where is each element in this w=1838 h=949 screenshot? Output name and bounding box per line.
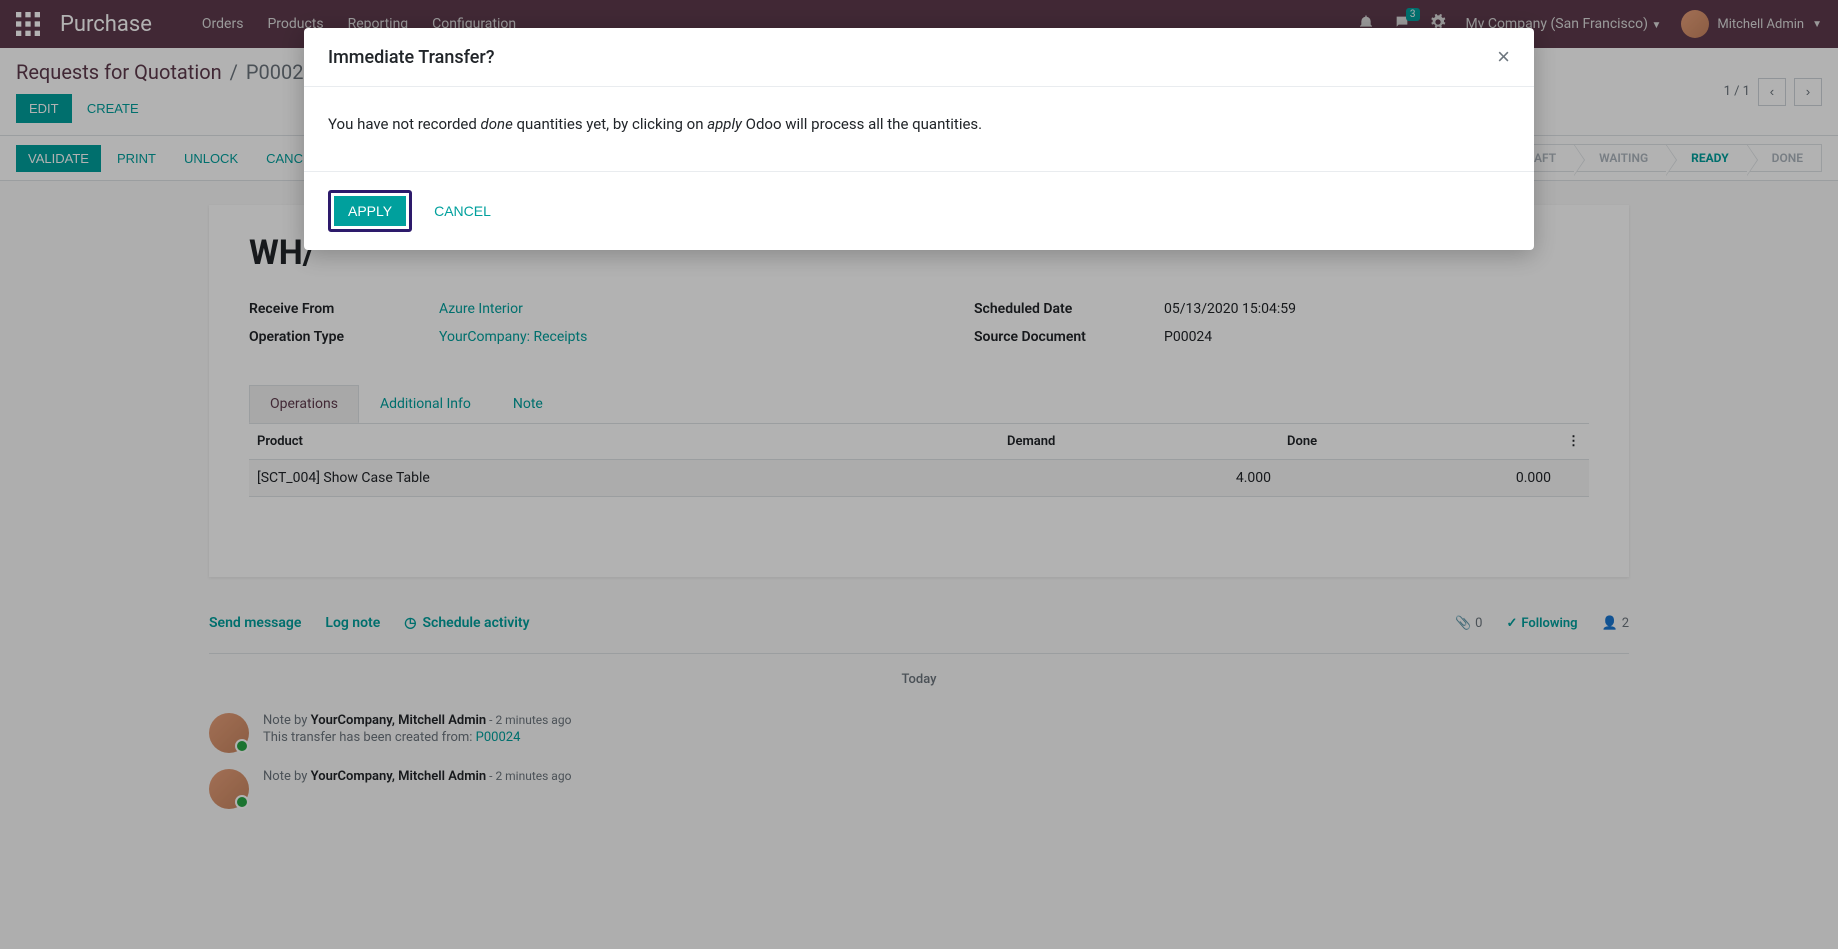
immediate-transfer-modal: Immediate Transfer? × You have not recor… [304,28,1534,250]
apply-highlight: APPLY [328,190,412,232]
apply-button[interactable]: APPLY [334,196,406,226]
modal-title: Immediate Transfer? [328,47,495,68]
modal-body: You have not recorded done quantities ye… [304,87,1534,171]
close-icon[interactable]: × [1497,46,1510,68]
modal-overlay: Immediate Transfer? × You have not recor… [0,0,1838,949]
modal-cancel-button[interactable]: CANCEL [424,196,501,226]
